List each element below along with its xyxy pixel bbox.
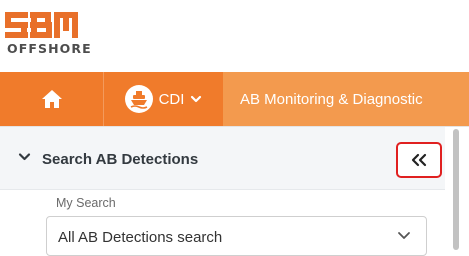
- my-search-label: My Search: [56, 196, 116, 210]
- active-tab-label: AB Monitoring & Diagnostic: [240, 90, 423, 108]
- search-panel-header[interactable]: Search AB Detections: [0, 127, 445, 190]
- collapse-panel-button[interactable]: [396, 142, 442, 178]
- ship-icon: [124, 85, 153, 113]
- sbm-logo-mark: [5, 12, 78, 38]
- home-nav-button[interactable]: [0, 72, 104, 126]
- site-selector[interactable]: CDI: [105, 72, 222, 126]
- home-icon: [41, 90, 62, 108]
- panel-title: Search AB Detections: [42, 151, 199, 168]
- vertical-scrollbar[interactable]: [453, 129, 459, 250]
- logo-text: OFFSHORE: [7, 41, 92, 56]
- my-search-select[interactable]: All AB Detections search: [46, 216, 427, 256]
- chevron-down-icon: [191, 95, 202, 103]
- chevron-down-icon: [398, 232, 410, 239]
- selected-search-value: All AB Detections search: [58, 229, 223, 246]
- company-logo: OFFSHORE: [5, 12, 91, 56]
- top-navigation: CDI AB Monitoring & Diagnostic: [0, 72, 469, 126]
- site-label: CDI: [158, 90, 185, 108]
- chevron-down-icon[interactable]: [18, 152, 31, 162]
- double-chevron-left-icon: [411, 153, 427, 167]
- tab-ab-monitoring[interactable]: AB Monitoring & Diagnostic: [223, 72, 469, 126]
- search-panel: Search AB Detections My Search All AB De…: [0, 126, 469, 256]
